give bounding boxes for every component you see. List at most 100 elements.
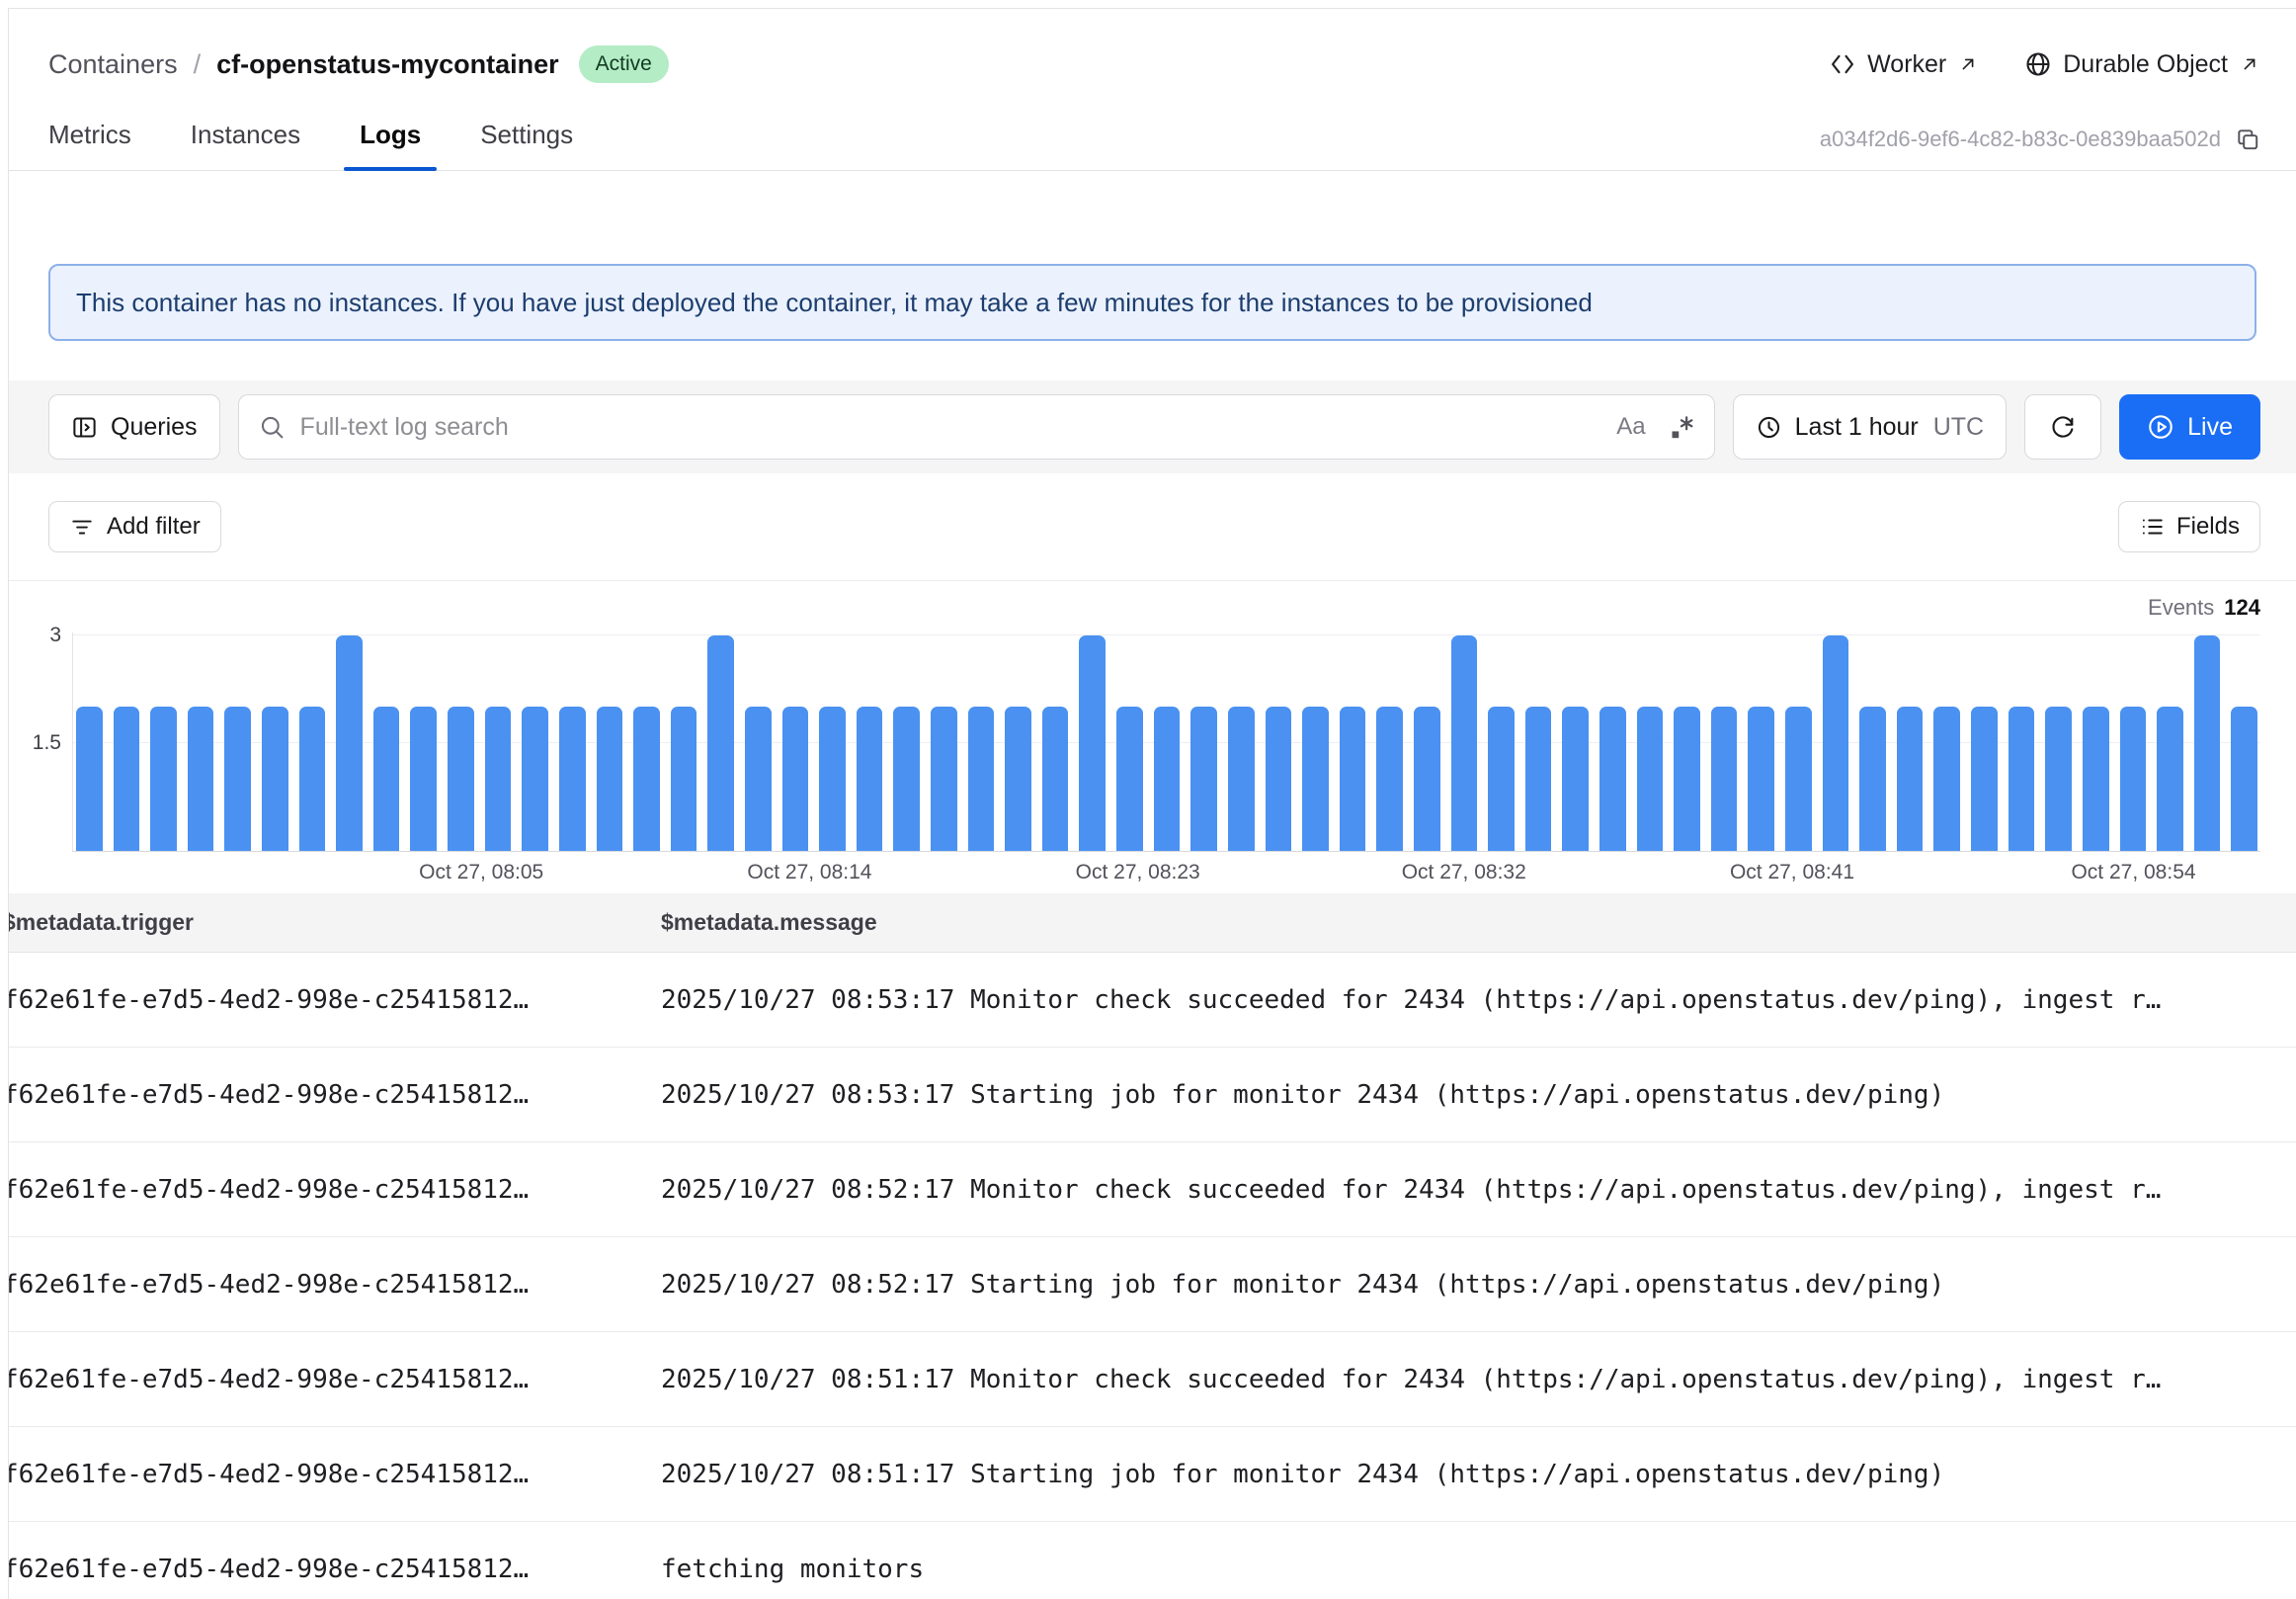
- column-header-trigger[interactable]: $metadata.trigger: [9, 909, 661, 936]
- log-row[interactable]: f62e61fe-e7d5-4ed2-998e-c25415812… 2025/…: [9, 1332, 2296, 1427]
- chart-bar[interactable]: [410, 707, 437, 851]
- events-label: Events: [2148, 595, 2214, 621]
- chart-bar[interactable]: [707, 635, 734, 851]
- chart-bar[interactable]: [559, 707, 586, 851]
- chart-bar[interactable]: [1785, 707, 1812, 851]
- chart-bar[interactable]: [1376, 707, 1403, 851]
- info-banner: This container has no instances. If you …: [48, 264, 2256, 341]
- chart-bar[interactable]: [1933, 707, 1960, 851]
- chart-bar[interactable]: [633, 707, 660, 851]
- containers-logs-page: Containers / cf-openstatus-mycontainer A…: [8, 8, 2296, 1599]
- log-message-cell: 2025/10/27 08:52:17 Monitor check succee…: [661, 1175, 2296, 1205]
- log-row[interactable]: f62e61fe-e7d5-4ed2-998e-c25415812… 2025/…: [9, 1427, 2296, 1522]
- chart-bar[interactable]: [224, 707, 251, 851]
- chart-bar[interactable]: [782, 707, 809, 851]
- chart-bar[interactable]: [2231, 707, 2257, 851]
- durable-object-link[interactable]: Durable Object: [2024, 50, 2260, 79]
- log-trigger-cell: f62e61fe-e7d5-4ed2-998e-c25415812…: [9, 1270, 661, 1300]
- chart-bar[interactable]: [1562, 707, 1589, 851]
- chart-bar[interactable]: [1414, 707, 1440, 851]
- log-message-cell: 2025/10/27 08:51:17 Monitor check succee…: [661, 1365, 2296, 1394]
- log-row[interactable]: f62e61fe-e7d5-4ed2-998e-c25415812… 2025/…: [9, 1142, 2296, 1237]
- live-button[interactable]: Live: [2119, 394, 2260, 460]
- chart-bar[interactable]: [1005, 707, 1031, 851]
- chart-bar[interactable]: [299, 707, 326, 851]
- chart-bar[interactable]: [373, 707, 400, 851]
- chart-bar[interactable]: [931, 707, 957, 851]
- chart-bar[interactable]: [1674, 707, 1700, 851]
- chart-bar[interactable]: [188, 707, 214, 851]
- chart-bar[interactable]: [1711, 707, 1738, 851]
- chart-bar[interactable]: [1823, 635, 1849, 851]
- chart-bar[interactable]: [262, 707, 288, 851]
- chart-bar[interactable]: [893, 707, 920, 851]
- log-row[interactable]: f62e61fe-e7d5-4ed2-998e-c25415812… 2025/…: [9, 1237, 2296, 1332]
- chart-bar[interactable]: [1340, 707, 1366, 851]
- chart-bar[interactable]: [150, 707, 177, 851]
- chart-bar[interactable]: [1971, 707, 1998, 851]
- chart-bar[interactable]: [485, 707, 512, 851]
- log-trigger-cell: f62e61fe-e7d5-4ed2-998e-c25415812…: [9, 1555, 661, 1584]
- x-axis-tick: Oct 27, 08:14: [747, 861, 871, 884]
- breadcrumb-containers-link[interactable]: Containers: [48, 49, 178, 80]
- regex-toggle-icon[interactable]: [1668, 414, 1694, 441]
- search-input[interactable]: [300, 413, 1602, 442]
- chart-bar[interactable]: [522, 707, 548, 851]
- chart-bar[interactable]: [1859, 707, 1886, 851]
- chart-bar[interactable]: [968, 707, 995, 851]
- tabs: Metrics Instances Logs Settings: [33, 120, 589, 170]
- chart-bar[interactable]: [1154, 707, 1181, 851]
- chart-bar[interactable]: [857, 707, 883, 851]
- chart-bar[interactable]: [1042, 707, 1069, 851]
- chart-bar[interactable]: [2083, 707, 2109, 851]
- chart-bar[interactable]: [2194, 635, 2221, 851]
- chart-bar[interactable]: [1599, 707, 1626, 851]
- chart-bar[interactable]: [336, 635, 363, 851]
- chart-bar[interactable]: [1228, 707, 1255, 851]
- queries-button-label: Queries: [111, 413, 198, 442]
- chart-bar[interactable]: [1748, 707, 1774, 851]
- tab-instances[interactable]: Instances: [175, 120, 316, 170]
- chart-bar[interactable]: [1488, 707, 1515, 851]
- tab-logs[interactable]: Logs: [344, 120, 437, 170]
- chart-bar[interactable]: [114, 707, 140, 851]
- copy-uuid-button[interactable]: [2235, 126, 2260, 152]
- chart-bar[interactable]: [1451, 635, 1478, 851]
- chart-bar[interactable]: [671, 707, 697, 851]
- log-row[interactable]: f62e61fe-e7d5-4ed2-998e-c25415812… fetch…: [9, 1522, 2296, 1599]
- chart-bar[interactable]: [2009, 707, 2035, 851]
- refresh-button[interactable]: [2024, 394, 2101, 460]
- time-range-button[interactable]: Last 1 hour UTC: [1733, 394, 2007, 460]
- live-button-label: Live: [2187, 413, 2233, 442]
- chart-bar[interactable]: [1637, 707, 1664, 851]
- queries-button[interactable]: Queries: [48, 394, 220, 460]
- chart-bar[interactable]: [819, 707, 846, 851]
- chart-bar[interactable]: [1190, 707, 1217, 851]
- x-axis-tick: Oct 27, 08:05: [419, 861, 543, 884]
- tab-metrics[interactable]: Metrics: [33, 120, 147, 170]
- log-message-cell: 2025/10/27 08:51:17 Starting job for mon…: [661, 1460, 2296, 1489]
- chart-bar[interactable]: [1897, 707, 1924, 851]
- chart-bar[interactable]: [745, 707, 772, 851]
- chart-bar[interactable]: [2120, 707, 2147, 851]
- add-filter-button[interactable]: Add filter: [48, 501, 221, 552]
- chart-bar[interactable]: [1079, 635, 1106, 851]
- chart-bar[interactable]: [1525, 707, 1552, 851]
- log-row[interactable]: f62e61fe-e7d5-4ed2-998e-c25415812… 2025/…: [9, 1048, 2296, 1142]
- chart-bar[interactable]: [1116, 707, 1143, 851]
- chart-bar[interactable]: [2157, 707, 2183, 851]
- chart-bar[interactable]: [76, 707, 103, 851]
- log-row[interactable]: f62e61fe-e7d5-4ed2-998e-c25415812… 2025/…: [9, 953, 2296, 1048]
- fields-button[interactable]: Fields: [2118, 501, 2260, 552]
- chart-bar[interactable]: [1302, 707, 1329, 851]
- chart-bar[interactable]: [597, 707, 623, 851]
- chart-bar[interactable]: [1266, 707, 1292, 851]
- chart-bar[interactable]: [2045, 707, 2072, 851]
- worker-link-label: Worker: [1867, 50, 1946, 79]
- column-header-message[interactable]: $metadata.message: [661, 909, 2296, 936]
- search-box: Aa: [238, 394, 1715, 460]
- worker-link[interactable]: Worker: [1829, 50, 1979, 79]
- case-sensitive-toggle[interactable]: Aa: [1616, 413, 1645, 441]
- tab-settings[interactable]: Settings: [464, 120, 589, 170]
- chart-bar[interactable]: [448, 707, 474, 851]
